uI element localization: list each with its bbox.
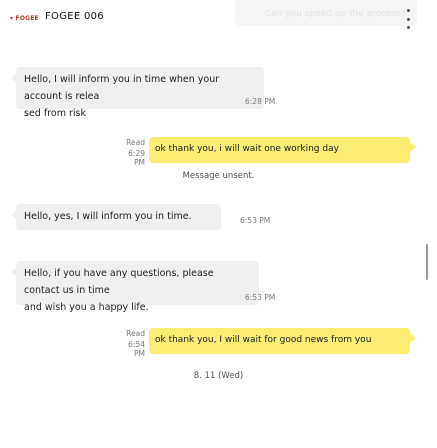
more-vertical-icon[interactable] (404, 9, 412, 29)
logo: ▾ FOGEE (10, 15, 39, 22)
message-line: Hello, if you have any questions, please… (24, 268, 214, 296)
incoming-message: Hello, if you have any questions, please… (11, 261, 259, 313)
outgoing-message: ok thank you, I will wait for good news … (149, 328, 416, 354)
chat-title: FOGEE 006 (45, 11, 104, 22)
message-line: Hello, I will inform you in time when yo… (24, 74, 220, 102)
overlapping-message-preview: Can you speed up the process? (235, 0, 417, 26)
message-line: Hello, yes, I will inform you in time. (24, 211, 192, 222)
date-divider: 8. 11 (Wed) (193, 371, 244, 381)
incoming-message: Hello, yes, I will inform you in time. (11, 204, 221, 230)
chat-header: ▾ FOGEE FOGEE 006 Can you speed up the p… (0, 0, 437, 38)
incoming-message: Hello, I will inform you in time when yo… (11, 67, 264, 119)
outgoing-message: ok thank you, i will wait one working da… (149, 137, 416, 163)
message-list[interactable]: Hello, I will inform you in time when yo… (0, 38, 437, 448)
message-line: and wish you a happy life. (24, 302, 149, 313)
message-timestamp: 6:54 PM (128, 340, 145, 358)
read-receipt: Read (126, 138, 145, 147)
unsent-notice: Message unsent. (182, 171, 255, 181)
message-timestamp: 6:29 PM (128, 149, 145, 167)
message-line: sed from risk (24, 108, 86, 119)
message-timestamp: 6:53 PM (245, 293, 276, 302)
scrollbar-thumb[interactable] (426, 244, 428, 280)
message-timestamp: 6:28 PM (245, 97, 276, 106)
message-timestamp: 6:53 PM (240, 216, 271, 225)
read-receipt: Read (126, 329, 145, 338)
